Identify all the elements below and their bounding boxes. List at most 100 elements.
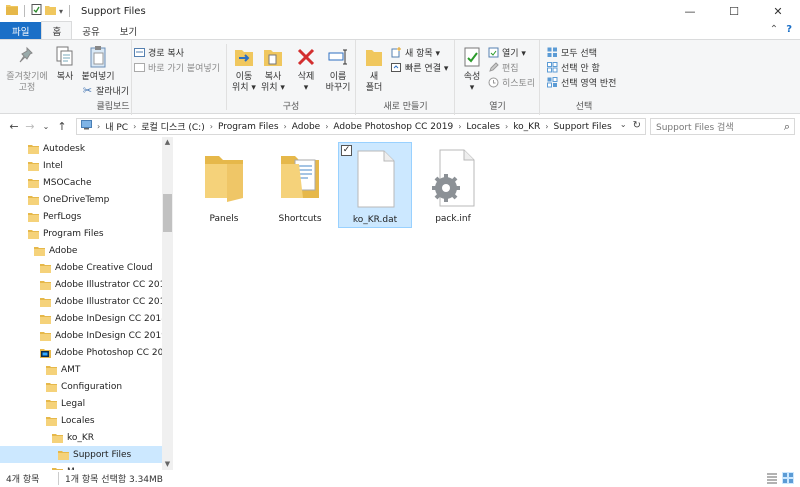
pin-button[interactable]: 즐겨찾기에 고정 [4, 44, 50, 94]
select-all-button[interactable]: 모두 선택 [547, 46, 597, 59]
open-button[interactable]: 열기 ▾ [488, 46, 526, 59]
select-none-button[interactable]: 선택 안 함 [547, 61, 600, 74]
new-folder-icon[interactable] [45, 4, 56, 18]
group-label: 열기 [489, 102, 506, 112]
search-icon: ⌕ [783, 120, 790, 133]
tree-item[interactable]: Adobe InDesign CC 2019 [0, 327, 167, 344]
tree-item-label: Adobe InDesign CC 2019 [55, 330, 167, 341]
nav-scrollbar[interactable]: ▲ ▼ [162, 137, 173, 470]
search-box[interactable]: Support Files 검색 ⌕ [650, 118, 795, 135]
move-to-button[interactable]: 이동 위치 ▾ [231, 44, 257, 94]
back-button[interactable]: ← [6, 120, 22, 133]
new-item-button[interactable]: 새 항목 ▾ [391, 46, 440, 59]
chevron-down-icon[interactable]: ⌄ [620, 120, 627, 131]
tree-item[interactable]: OneDriveTemp [0, 191, 162, 208]
minimize-button[interactable]: — [668, 0, 712, 22]
copy-to-button[interactable]: 복사 위치 ▾ [260, 44, 286, 94]
tree-item[interactable]: M [0, 463, 162, 470]
tree-item[interactable]: PerfLogs [0, 208, 162, 225]
breadcrumb[interactable]: Adobe [292, 122, 320, 132]
refresh-icon[interactable]: ↻ [633, 120, 641, 131]
tree-item[interactable]: MSOCache [0, 174, 162, 191]
file-item-ko-kr-dat[interactable]: ✓ ko_KR.dat [338, 142, 412, 228]
recent-locations-button[interactable]: ⌄ [38, 122, 54, 131]
tree-item[interactable]: Adobe Illustrator CC 2018 [0, 276, 171, 293]
breadcrumb[interactable]: Program Files [218, 122, 279, 132]
folder-icon [40, 297, 51, 307]
tree-item[interactable]: ko_KR [0, 429, 162, 446]
breadcrumb[interactable]: 로컬 디스크 (C:) [141, 120, 204, 133]
rename-icon [325, 44, 351, 70]
copy-path-button[interactable]: 경로 복사 [134, 46, 184, 59]
open-group: 속성 ▾ 열기 ▾ 편집 히스토리 열기 [456, 40, 540, 115]
easy-access-icon [391, 62, 402, 73]
edit-button[interactable]: 편집 [488, 61, 519, 74]
chevron-right-icon: › [209, 122, 213, 131]
address-bar[interactable]: › 내 PC › 로컬 디스크 (C:) › Program Files › A… [76, 118, 646, 135]
tree-item[interactable]: Adobe Creative Cloud [0, 259, 162, 276]
history-icon [488, 77, 499, 88]
breadcrumb[interactable]: Locales [466, 122, 500, 132]
tree-item[interactable]: Program Files [0, 225, 162, 242]
tab-view[interactable]: 보기 [110, 22, 147, 39]
tree-item[interactable]: Support Files [0, 446, 162, 463]
item-count: 4개 항목 [6, 475, 40, 485]
tab-home[interactable]: 홈 [41, 21, 73, 39]
history-button[interactable]: 히스토리 [488, 76, 535, 89]
up-button[interactable]: ↑ [54, 120, 70, 133]
tree-item[interactable]: Configuration [0, 378, 162, 395]
breadcrumb[interactable]: Support Files [553, 122, 611, 132]
breadcrumb[interactable]: Adobe Photoshop CC 2019 [333, 122, 453, 132]
easy-access-button[interactable]: 빠른 연결 ▾ [391, 61, 448, 74]
select-none-icon [547, 62, 558, 73]
address-actions: ⌄ ↻ [620, 120, 641, 131]
file-item-shortcuts[interactable]: Shortcuts [263, 142, 337, 228]
close-button[interactable]: ✕ [756, 0, 800, 22]
paste-shortcut-button[interactable]: 바로 가기 붙여넣기 [134, 61, 220, 74]
tab-file[interactable]: 파일 [0, 22, 42, 39]
scrollbar-thumb[interactable] [163, 194, 172, 232]
chevron-right-icon: › [325, 122, 329, 131]
paste-button[interactable]: 붙여넣기 [80, 44, 116, 83]
copy-button[interactable]: 복사 [52, 44, 78, 83]
breadcrumb[interactable]: ko_KR [513, 122, 540, 132]
rename-button[interactable]: 이름 바꾸기 [323, 44, 353, 94]
new-folder-button[interactable]: 새 폴더 [361, 44, 387, 94]
help-icon[interactable]: ? [786, 24, 792, 35]
delete-icon [293, 44, 319, 70]
tree-item[interactable]: Adobe Illustrator CC 2019 [0, 293, 171, 310]
tree-item[interactable]: Intel [0, 157, 162, 174]
search-input[interactable]: Support Files 검색 [656, 120, 734, 133]
file-item-pack-inf[interactable]: pack.inf [416, 142, 490, 228]
tree-item[interactable]: Adobe Photoshop CC 2019 [0, 344, 173, 361]
group-label: 새로 만들기 [383, 102, 428, 112]
tree-item[interactable]: Adobe [0, 242, 162, 259]
large-icons-view-icon[interactable] [782, 472, 794, 484]
scroll-up-icon[interactable]: ▲ [162, 137, 173, 148]
breadcrumb[interactable]: 내 PC [105, 120, 128, 133]
forward-button[interactable]: → [22, 120, 38, 133]
divider [69, 5, 71, 17]
details-view-icon[interactable] [766, 472, 778, 484]
tree-item[interactable]: Locales [0, 412, 162, 429]
tree-item-label: Support Files [73, 449, 132, 460]
tree-item[interactable]: Autodesk [0, 140, 162, 157]
maximize-button[interactable]: ☐ [712, 0, 756, 22]
properties-button[interactable]: 속성 ▾ [460, 44, 484, 94]
properties-icon[interactable] [31, 4, 42, 18]
ribbon-tabs: 파일 홈 공유 보기 ⌃ ? [0, 21, 800, 39]
tab-share[interactable]: 공유 [72, 22, 109, 39]
customize-toolbar-icon[interactable]: ▾ [59, 7, 63, 16]
invert-selection-button[interactable]: 선택 영역 반전 [547, 76, 616, 89]
tree-item[interactable]: Adobe InDesign CC 2018 [0, 310, 167, 327]
new-group: 새 폴더 새 항목 ▾ 빠른 연결 ▾ 새로 만들기 [357, 40, 455, 115]
file-item-panels[interactable]: Panels [187, 142, 261, 228]
path-icon [134, 47, 145, 58]
tree-item[interactable]: AMT [0, 361, 162, 378]
scroll-down-icon[interactable]: ▼ [162, 459, 173, 470]
chevron-up-icon[interactable]: ⌃ [770, 24, 778, 35]
window-controls: — ☐ ✕ [668, 0, 800, 22]
tree-item[interactable]: Legal [0, 395, 162, 412]
delete-button[interactable]: 삭제 ▾ [295, 44, 317, 94]
cut-button[interactable]: ✂ 잘라내기 [82, 84, 129, 97]
